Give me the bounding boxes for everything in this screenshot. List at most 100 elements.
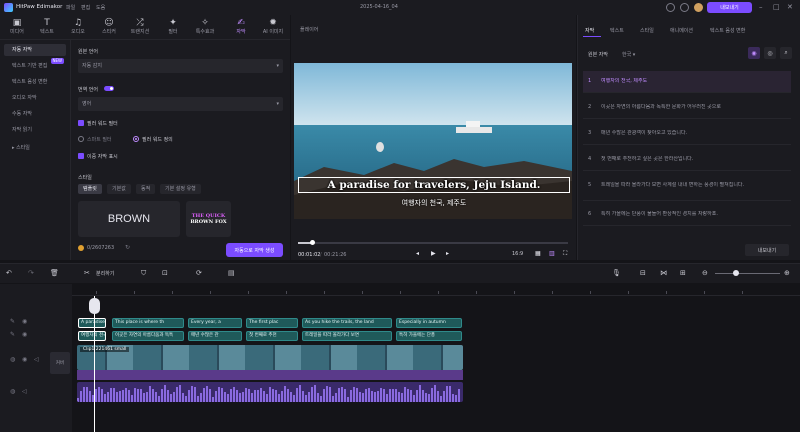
tab-filter[interactable]: ✦ 필터 — [158, 18, 188, 35]
tab-subtitle[interactable]: 자막 — [585, 27, 594, 34]
filler-define-radio[interactable] — [133, 136, 139, 142]
delete-icon[interactable]: 🗑 — [50, 269, 59, 277]
nav-audio-subtitle[interactable]: 오디오 자막 — [4, 92, 66, 104]
caption-row[interactable]: 4첫 번째로 추천하고 싶은 곳은 한라산입니다. — [583, 149, 791, 171]
caption-clip[interactable]: 여행자의 천국 — [78, 331, 106, 341]
snap-icon[interactable]: ⋈ — [660, 269, 667, 277]
next-frame-icon[interactable]: ▸ — [446, 250, 449, 257]
zoom-slider-handle[interactable] — [733, 270, 739, 276]
fullscreen-icon[interactable]: ⛶ — [563, 250, 567, 258]
menu-edit[interactable]: 편집 — [81, 4, 90, 11]
notification-icon[interactable] — [680, 3, 689, 12]
caption-row[interactable]: 1 여행자의 천국, 제주도 — [583, 71, 791, 93]
style-preset-quick-fox[interactable]: THE QUICK BROWN FOX — [186, 201, 231, 237]
tab-tts[interactable]: 텍스트 음성 변환 — [710, 27, 745, 34]
video-clip[interactable] — [77, 345, 463, 370]
scissors-icon[interactable]: ✂ — [84, 269, 90, 277]
minimize-icon[interactable]: – — [759, 3, 763, 11]
filler-filter-checkbox[interactable] — [78, 120, 84, 126]
bilingual-checkbox[interactable] — [78, 153, 84, 159]
caption-clip[interactable]: 첫 번째로 추천 — [246, 331, 298, 341]
track-mute-icon[interactable]: ◁ — [22, 388, 27, 395]
avatar[interactable] — [694, 3, 703, 12]
caption-row[interactable]: 2 이곳은 자연의 아름다움과 독특한 문화가 어우러진 곳으로 — [583, 97, 791, 119]
caption-clip[interactable]: 특히 가을에는 단풍 — [396, 331, 462, 341]
prev-frame-icon[interactable]: ◂ — [416, 250, 419, 257]
tab-audio[interactable]: ♫ 오디오 — [63, 18, 93, 35]
style-tab-default[interactable]: 기본값 — [107, 184, 131, 194]
export-button[interactable]: 내보내기 — [707, 2, 752, 13]
split-label[interactable]: 분리하기 — [96, 270, 114, 277]
audio-clip[interactable] — [77, 382, 463, 402]
source-language-select[interactable]: 자동 감지 ▾ — [78, 59, 283, 73]
nav-text-based-edit[interactable]: 텍스트 기반 편집 NEW — [4, 58, 66, 72]
text-frame-icon[interactable]: ⊡ — [162, 269, 168, 277]
style-tab-custom[interactable]: 기본 설정 유형 — [160, 184, 201, 194]
refresh-icon[interactable]: ↻ — [125, 244, 130, 251]
speed-icon[interactable]: ⟳ — [196, 269, 202, 277]
caption-clip[interactable]: 트레일을 따라 올라가다 보면 — [302, 331, 392, 341]
crop-icon[interactable]: ▥ — [549, 250, 555, 257]
tab-ai-image[interactable]: ✹ AI 이미지 — [258, 18, 288, 35]
nav-manual-subtitle[interactable]: 수동 자막 — [4, 108, 66, 120]
bilingual-icon[interactable]: ◎ — [764, 47, 776, 59]
maximize-icon[interactable]: □ — [773, 3, 780, 11]
translate-toggle[interactable] — [104, 86, 114, 91]
snapshot-icon[interactable]: ▦ — [535, 250, 541, 257]
aspect-ratio-select[interactable]: 16:9 — [512, 251, 523, 257]
caption-clip[interactable]: A paradise... — [78, 318, 106, 328]
search-icon[interactable]: ⌕ — [780, 47, 792, 59]
track-edit-icon[interactable]: ✎ — [10, 318, 15, 325]
playhead-handle[interactable] — [89, 298, 100, 314]
caption-clip[interactable]: 매년 수많은 관 — [188, 331, 242, 341]
video-preview[interactable] — [294, 63, 572, 219]
nav-style[interactable]: ▸ 스타일 — [4, 142, 66, 154]
freeze-icon[interactable]: ▤ — [228, 269, 235, 277]
tab-sticker[interactable]: ☺ 스티커 — [94, 18, 124, 35]
close-icon[interactable]: ✕ — [787, 3, 793, 11]
track-visibility-icon[interactable]: ◉ — [22, 318, 27, 325]
caption-row[interactable]: 6 특히 가을에는 단풍이 물들어 환상적인 경치를 자랑하죠. — [583, 204, 791, 226]
redo-icon[interactable]: ↷ — [28, 269, 34, 277]
translate-language-select[interactable]: 영어 ▾ — [78, 97, 283, 111]
zoom-slider[interactable] — [715, 273, 780, 274]
tab-effects[interactable]: ✧ 특수효과 — [190, 18, 220, 35]
caption-clip[interactable]: As you hike the trails, the land — [302, 318, 392, 328]
track-visibility-icon[interactable]: ◉ — [22, 356, 27, 363]
link-icon[interactable]: ⊟ — [640, 269, 646, 277]
align-icon[interactable]: ⊞ — [680, 269, 686, 277]
caption-clip[interactable]: Especially in autumn — [396, 318, 462, 328]
caption-row[interactable]: 3 매년 수많은 관광객이 찾아오고 있습니다. — [583, 123, 791, 145]
tab-text[interactable]: T 텍스트 — [32, 18, 62, 35]
settings-icon[interactable] — [666, 3, 675, 12]
nav-text-to-speech[interactable]: 텍스트 음성 변환 — [4, 76, 66, 88]
track-lock-icon[interactable]: ◍ — [10, 356, 15, 363]
play-icon[interactable]: ▶ — [431, 250, 436, 257]
nav-read-subtitle[interactable]: 자막 읽기 — [4, 124, 66, 136]
subtitle-export-button[interactable]: 내보내기 — [745, 244, 789, 256]
caption-row[interactable]: 5 트레일을 따라 올라가다 보면 사계절 내내 변하는 풍경이 펼쳐집니다. — [583, 175, 791, 201]
caption-clip[interactable]: Every year, a — [188, 318, 242, 328]
tab-style[interactable]: 스타일 — [640, 27, 654, 34]
menu-help[interactable]: 도움 — [96, 4, 105, 11]
tab-text[interactable]: 텍스트 — [610, 27, 624, 34]
style-preset-brown[interactable]: BROWN — [78, 201, 180, 237]
undo-icon[interactable]: ↶ — [6, 269, 12, 277]
auto-generate-subtitles-button[interactable]: 자동으로 자막 생성 — [226, 243, 283, 257]
cover-thumbnail[interactable]: 커버 — [50, 352, 70, 374]
track-visibility-icon[interactable]: ◉ — [22, 331, 27, 338]
caption-clip[interactable]: This place is where th — [112, 318, 184, 328]
style-tab-dynamic[interactable]: 동적 — [136, 184, 156, 194]
style-tab-template[interactable]: 템플릿 — [78, 184, 102, 194]
microphone-icon[interactable]: 🎙 — [612, 269, 621, 277]
nav-auto-subtitle[interactable]: 자동 자막 — [4, 44, 66, 56]
track-mute-icon[interactable]: ◁ — [34, 356, 39, 363]
caption-clip[interactable]: 이곳은 자연의 아름다움과 독특 — [112, 331, 184, 341]
caption-clip[interactable]: The first plac — [246, 318, 298, 328]
tab-subtitles[interactable]: ✍ 자막 — [226, 18, 256, 35]
single-language-icon[interactable]: ◉ — [748, 47, 760, 59]
zoom-out-icon[interactable]: ⊖ — [702, 269, 708, 277]
source-subtitle-select[interactable]: 한국 ▾ — [622, 51, 635, 58]
tab-transition[interactable]: ⤮ 트랜지션 — [125, 18, 155, 35]
track-edit-icon[interactable]: ✎ — [10, 331, 15, 338]
